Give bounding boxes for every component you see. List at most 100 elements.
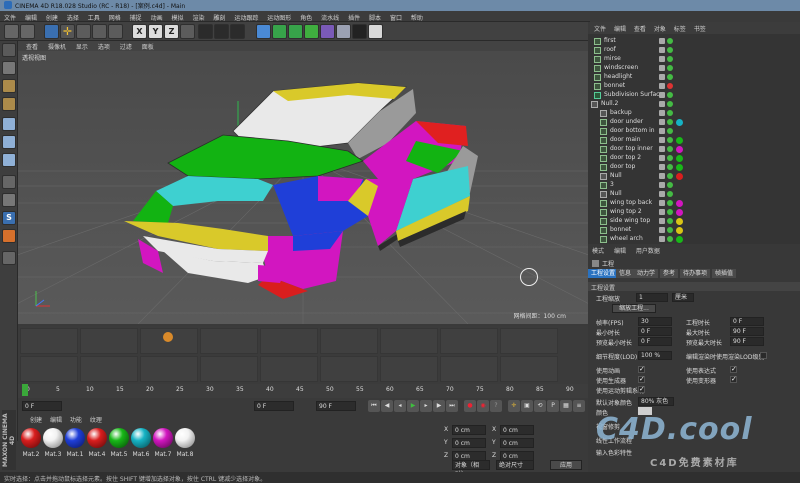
strip-cell[interactable]: [200, 328, 258, 354]
visibility-toggle-icon[interactable]: [659, 236, 665, 242]
visibility-toggle-icon[interactable]: [659, 155, 665, 161]
enabled-check-icon[interactable]: [667, 155, 673, 161]
menu-help[interactable]: 帮助: [411, 15, 423, 22]
menu-select[interactable]: 选择: [67, 15, 79, 22]
visibility-toggle-icon[interactable]: [659, 92, 665, 98]
disabled-icon[interactable]: [667, 83, 673, 89]
min-time-field[interactable]: 0 F: [638, 327, 672, 336]
current-frame-field[interactable]: 0 F: [22, 401, 62, 411]
visibility-toggle-icon[interactable]: [659, 47, 665, 53]
enabled-check-icon[interactable]: [667, 209, 673, 215]
subtab-keyframe-interp[interactable]: 帧插值: [712, 269, 737, 278]
menu-create[interactable]: 创建: [46, 15, 58, 22]
strip-cell[interactable]: [260, 356, 318, 382]
object-row[interactable]: mirse: [588, 55, 800, 64]
3d-viewport[interactable]: 透视视图 网格间距：100 cm ✥ ⟲ ⧉: [18, 51, 588, 324]
playhead[interactable]: [22, 384, 28, 396]
attr-menu-userdata[interactable]: 用户数据: [636, 248, 660, 255]
render-settings-icon[interactable]: [230, 24, 245, 39]
viewport-menu-cameras[interactable]: 摄像机: [48, 44, 66, 51]
use-generators-checkbox[interactable]: [638, 375, 645, 383]
visibility-toggle-icon[interactable]: [659, 164, 665, 170]
object-row[interactable]: Null.2: [588, 100, 800, 109]
material-tag-icon[interactable]: [676, 137, 683, 144]
material-menu-edit[interactable]: 编辑: [50, 417, 62, 424]
enabled-check-icon[interactable]: [667, 119, 673, 125]
make-editable-icon[interactable]: [2, 43, 16, 57]
subtab-reference[interactable]: 参考: [660, 269, 679, 278]
timeline-menu-icon[interactable]: ≡: [573, 400, 585, 412]
object-row[interactable]: Subdivision Surface: [588, 91, 800, 100]
next-key-icon[interactable]: ▶: [433, 400, 445, 412]
strip-cell[interactable]: [20, 328, 78, 354]
x-axis-lock-icon[interactable]: X: [132, 24, 147, 39]
attr-menu-edit[interactable]: 编辑: [614, 248, 626, 255]
preview-min-field[interactable]: 0 F: [638, 337, 672, 346]
menu-script[interactable]: 脚本: [369, 15, 381, 22]
size-mode-dropdown[interactable]: 绝对尺寸: [496, 460, 534, 470]
menu-mesh[interactable]: 网格: [109, 15, 121, 22]
objmenu-bookmarks[interactable]: 书签: [694, 26, 706, 33]
strip-cell[interactable]: [380, 328, 438, 354]
enabled-check-icon[interactable]: [667, 236, 673, 242]
use-deformers-checkbox[interactable]: [730, 375, 737, 383]
enabled-check-icon[interactable]: [667, 110, 673, 116]
timeline-ruler[interactable]: 0 5 10 15 20 25 30 35 40 45 50 55 60 65 …: [18, 384, 588, 398]
strip-cell[interactable]: [200, 356, 258, 382]
material-tag-icon[interactable]: [676, 146, 683, 153]
objmenu-edit[interactable]: 编辑: [614, 26, 626, 33]
workplane-lock-icon[interactable]: [2, 229, 16, 243]
strip-cell[interactable]: [440, 356, 498, 382]
strip-cell[interactable]: [500, 328, 558, 354]
render-view-icon[interactable]: [198, 24, 213, 39]
object-row[interactable]: door main: [588, 136, 800, 145]
visibility-toggle-icon[interactable]: [659, 200, 665, 206]
objmenu-object[interactable]: 对象: [654, 26, 666, 33]
fps-field[interactable]: 30: [638, 317, 672, 326]
object-row[interactable]: wing top 2: [588, 208, 800, 217]
render-to-picture-viewer-icon[interactable]: [214, 24, 229, 39]
object-row[interactable]: door under: [588, 118, 800, 127]
material-swatch[interactable]: Mat.3: [42, 426, 64, 464]
material-tag-icon[interactable]: [676, 119, 683, 126]
attr-menu-mode[interactable]: 模式: [592, 248, 604, 255]
enabled-check-icon[interactable]: [667, 128, 673, 134]
menu-sculpt[interactable]: 雕刻: [213, 15, 225, 22]
viewport-menu-filter[interactable]: 过滤: [120, 44, 132, 51]
object-row[interactable]: backup: [588, 109, 800, 118]
strip-cell[interactable]: [380, 356, 438, 382]
enabled-check-icon[interactable]: [667, 191, 673, 197]
object-row[interactable]: headlight: [588, 73, 800, 82]
viewport-menu-options[interactable]: 选项: [98, 44, 110, 51]
use-expressions-checkbox[interactable]: [730, 365, 737, 373]
enabled-check-icon[interactable]: [667, 137, 673, 143]
record-icon[interactable]: ●: [464, 400, 476, 412]
visibility-toggle-icon[interactable]: [659, 209, 665, 215]
menu-motion-tracker[interactable]: 运动跟踪: [234, 15, 258, 22]
strip-cell[interactable]: [320, 328, 378, 354]
recent-tools-icon[interactable]: [108, 24, 123, 39]
object-row[interactable]: door bottom in: [588, 127, 800, 136]
material-swatch[interactable]: Mat.8: [174, 426, 196, 464]
visibility-toggle-icon[interactable]: [659, 137, 665, 143]
project-unit-dropdown[interactable]: 厘米: [672, 293, 694, 302]
material-swatch[interactable]: Mat.5: [108, 426, 130, 464]
object-row[interactable]: 3: [588, 181, 800, 190]
strip-cell[interactable]: [140, 328, 198, 354]
material-swatch[interactable]: Mat.6: [130, 426, 152, 464]
scale-project-button[interactable]: 缩放工程...: [612, 304, 656, 313]
coordinate-system-icon[interactable]: [180, 24, 195, 39]
array-generator-icon[interactable]: [304, 24, 319, 39]
preview-max-field[interactable]: 90 F: [730, 337, 764, 346]
go-to-end-icon[interactable]: ⏭: [446, 400, 458, 412]
material-tag-icon[interactable]: [676, 173, 683, 180]
menu-plugins[interactable]: 插件: [348, 15, 360, 22]
coord-mode-dropdown[interactable]: 对象（相对）: [452, 460, 490, 478]
key-rotation-icon[interactable]: ⟲: [534, 400, 546, 412]
use-motion-system-checkbox[interactable]: [638, 385, 645, 393]
subtab-info[interactable]: 信息: [616, 269, 635, 278]
pen-spline-icon[interactable]: [272, 24, 287, 39]
material-tag-icon[interactable]: [676, 236, 683, 243]
objmenu-tags[interactable]: 标签: [674, 26, 686, 33]
size-x-field[interactable]: 0 cm: [500, 425, 534, 435]
